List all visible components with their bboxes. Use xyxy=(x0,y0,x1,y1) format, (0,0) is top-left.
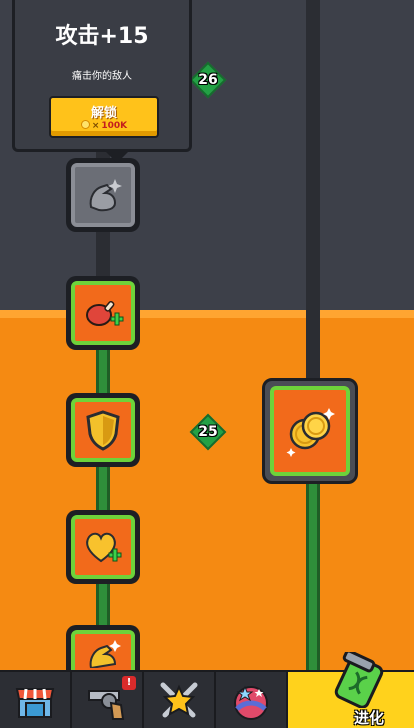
tab-weapons[interactable]: ! xyxy=(72,672,144,728)
unlock-button[interactable]: 解锁 × 100K xyxy=(49,96,159,138)
skill-node-heart-heal[interactable] xyxy=(66,510,140,584)
flexed-arm-icon xyxy=(89,640,121,668)
bottom-navigation: ! 进化 xyxy=(0,652,414,728)
tooltip-pointer xyxy=(103,149,131,163)
crossed-swords-star-icon xyxy=(160,682,198,718)
tab-shop[interactable] xyxy=(0,672,72,728)
tab-battle[interactable] xyxy=(144,672,216,728)
tab-evolve-label: 进化 xyxy=(353,709,384,727)
weapons-alert-badge: ! xyxy=(122,676,136,690)
skill-node-shield[interactable] xyxy=(66,393,140,467)
skill-node-coins[interactable] xyxy=(262,378,358,484)
unlock-cost: × 100K xyxy=(51,120,157,131)
level-badge-upper: 26 xyxy=(189,61,227,99)
shop-icon xyxy=(15,688,55,718)
tab-evolve[interactable]: 进化 xyxy=(288,652,414,728)
skill-description: 痛击你的敌人 xyxy=(72,71,132,82)
unlock-label: 解锁 xyxy=(90,106,117,121)
skill-node-strength-locked[interactable] xyxy=(66,158,140,232)
unlocked-region-background xyxy=(0,310,414,670)
dna-canister-icon xyxy=(334,652,384,708)
gold-coins-icon xyxy=(286,408,335,457)
shield-icon xyxy=(86,410,120,451)
coin-icon xyxy=(80,120,90,129)
tab-world[interactable] xyxy=(216,672,288,728)
right-branch-line-locked xyxy=(306,0,320,380)
planet-stars-icon xyxy=(234,685,268,720)
skill-node-meat-heal[interactable] xyxy=(66,276,140,350)
right-branch-line-unlocked xyxy=(306,480,320,670)
heart-plus-icon xyxy=(86,532,122,563)
skill-title: 攻击+15 xyxy=(55,24,149,49)
flexed-arm-icon xyxy=(89,179,122,212)
level-badge-lower: 25 xyxy=(189,413,227,451)
meat-plus-icon xyxy=(86,300,124,326)
skill-tooltip: 攻击+15 痛击你的敌人 解锁 × 100K xyxy=(12,0,192,163)
cost-value: 100K xyxy=(101,121,128,131)
